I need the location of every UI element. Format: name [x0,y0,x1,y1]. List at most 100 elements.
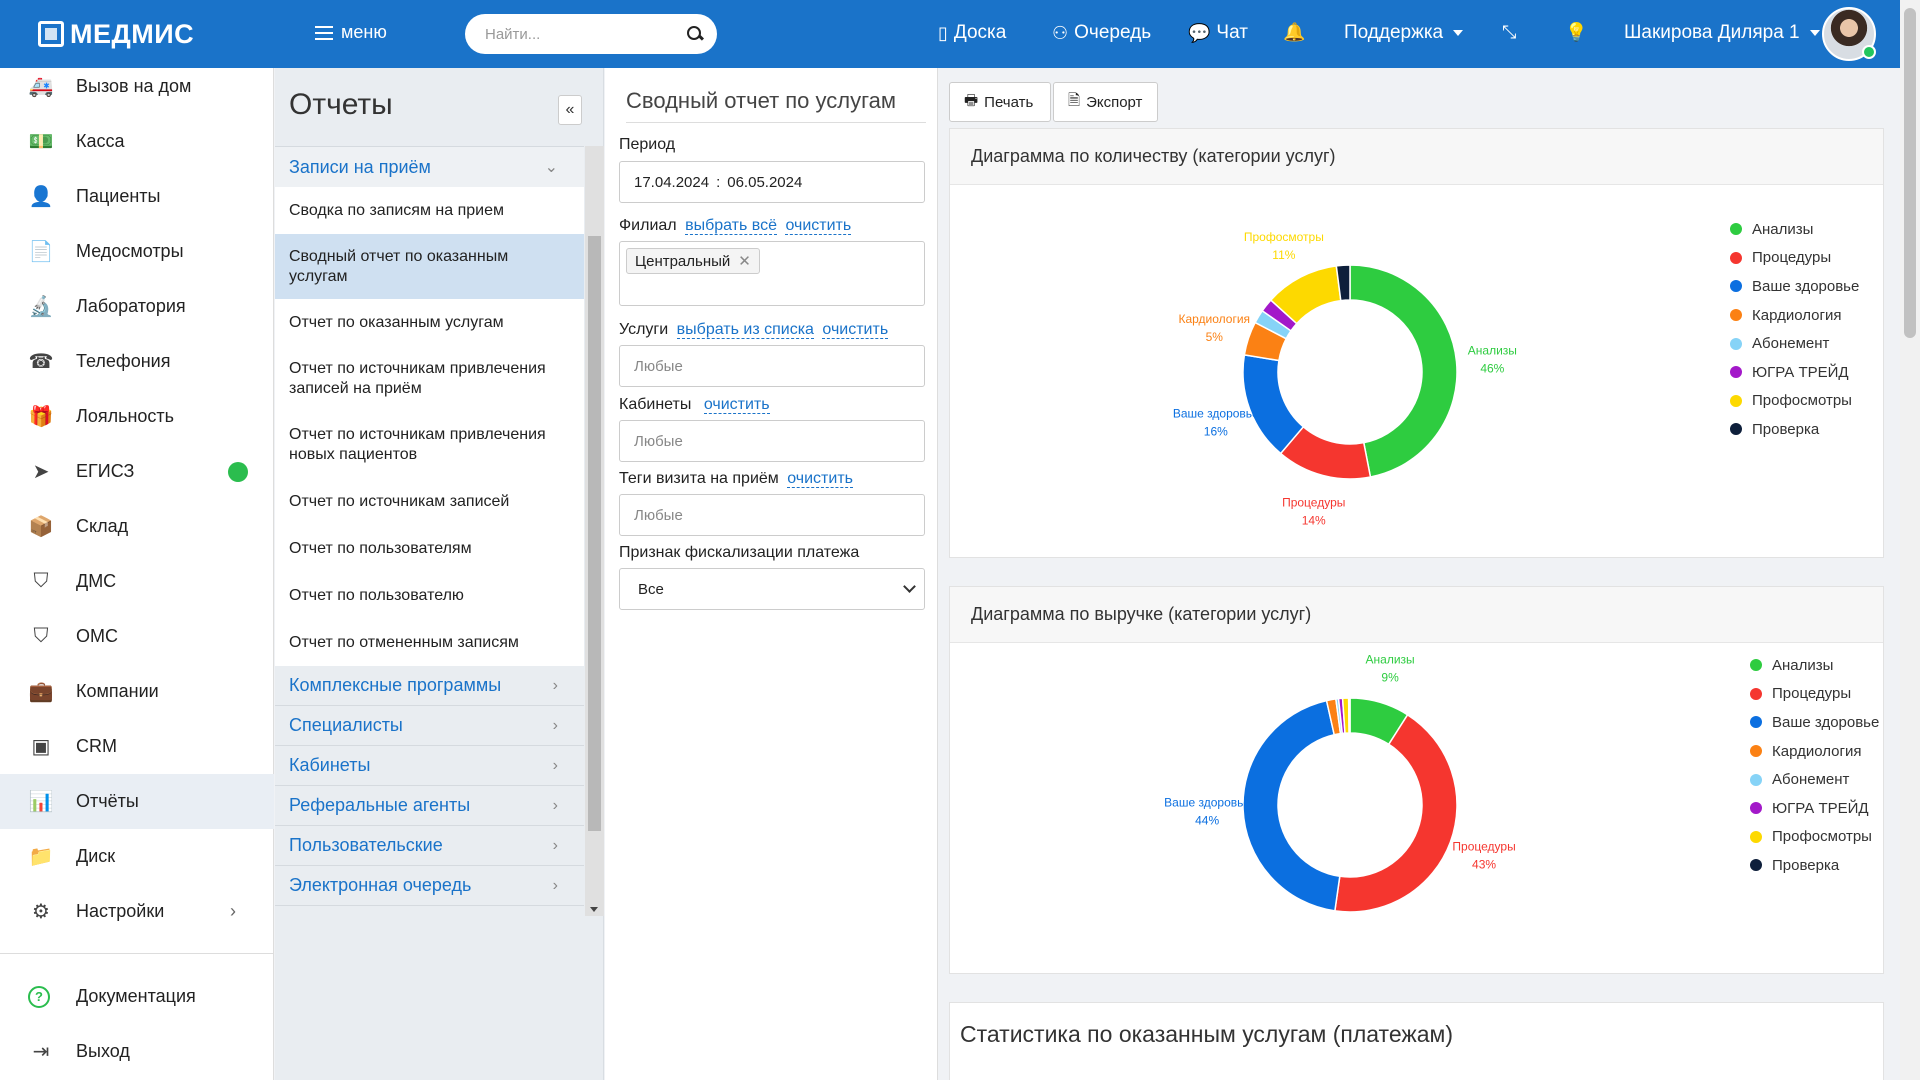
sidebar-item-label: Склад [76,516,129,536]
nav-queue[interactable]: ⚇ Очередь [1052,22,1151,44]
sidebar-item-crm[interactable]: ▣ CRM [0,719,274,774]
scroll-down-icon[interactable] [590,907,598,912]
branch-field[interactable]: Центральный ✕ [619,241,925,306]
report-item[interactable]: Отчет по источникам привлечения записей … [275,346,584,412]
page-scrollbar[interactable] [1900,0,1920,1080]
report-item[interactable]: Отчет по отмененным записям [275,619,584,666]
rooms-field[interactable]: Любые [619,420,925,462]
report-item[interactable]: Отчет по пользователям [275,525,584,572]
legend-item[interactable]: Проверка [1750,851,1879,880]
report-item[interactable]: Отчет по источникам записей [275,478,584,525]
legend-item[interactable]: Профосмотры [1750,823,1879,852]
donut-chart-revenue: Анализы 9% Процедуры 43% Ваше здоровье 44% [1164,653,1516,913]
report-item[interactable]: Отчет по пользователю [275,572,584,619]
sidebar-item-disk[interactable]: 📁 Диск [0,829,274,884]
legend-item[interactable]: Ваше здоровье [1750,708,1879,737]
report-group-rooms[interactable]: Кабинеты › [275,746,584,786]
period-field[interactable]: 17.04.2024 : 06.05.2024 [619,161,925,203]
report-group-label: Кабинеты [289,755,371,775]
collapse-panel-button[interactable]: « [558,95,582,125]
report-item[interactable]: Сводка по записям на прием [275,187,584,234]
report-group-e-queue[interactable]: Электронная очередь › [275,866,584,906]
export-button[interactable]: 🗎 Экспорт [1053,82,1158,122]
legend-item[interactable]: ЮГРА ТРЕЙД [1750,794,1879,823]
menu-button[interactable]: меню [315,22,387,43]
sidebar-item-warehouse[interactable]: 📦 Склад [0,499,274,554]
compress-button[interactable]: ⤡ [1502,22,1516,43]
nav-board[interactable]: ▯ Доска [938,22,1006,44]
legend-item[interactable]: ЮГРА ТРЕЙД [1730,358,1859,387]
branch-tag-label: Центральный [635,252,731,270]
sidebar-item-medical-exams[interactable]: 📄 Медосмотры [0,224,274,279]
legend-item[interactable]: Профосмотры [1730,387,1859,416]
remove-tag-icon[interactable]: ✕ [738,252,751,270]
legend-item[interactable]: Анализы [1730,215,1859,244]
report-group-specialists[interactable]: Специалисты › [275,706,584,746]
nav-chat[interactable]: 💬 Чат [1188,22,1248,44]
nav-support[interactable]: Поддержка [1344,22,1464,44]
app-logo[interactable]: МЕДМИС [38,18,194,50]
period-separator: : [716,173,721,191]
sidebar-item-laboratory[interactable]: 🔬 Лаборатория [0,279,274,334]
report-item-active[interactable]: Сводный отчет по оказанным услугам [275,234,584,299]
branch-clear-link[interactable]: очистить [785,217,852,235]
sidebar-item-dms[interactable]: ⛉ ДМС [0,554,274,609]
sidebar-item-companies[interactable]: 💼 Компании [0,664,274,719]
branch-select-all-link[interactable]: выбрать всё [685,217,777,235]
donut-slice-8[interactable] [1347,697,1351,734]
tips-button[interactable]: 💡 [1565,22,1587,43]
visit-tags-clear-link[interactable]: очистить [787,470,853,488]
report-group-custom[interactable]: Пользовательские › [275,826,584,866]
print-button[interactable]: 🖶 Печать [949,82,1051,122]
report-item-label: Отчет по источникам записей [289,492,510,510]
report-group-complex-programs[interactable]: Комплексные программы › [275,666,584,706]
sidebar-item-oms[interactable]: ⛉ ОМС [0,609,274,664]
legend-item[interactable]: Ваше здоровье [1730,272,1859,301]
sidebar-item-logout[interactable]: ⇥ Выход [0,1024,274,1079]
legend-item[interactable]: Кардиология [1730,301,1859,330]
report-item[interactable]: Отчет по оказанным услугам [275,299,584,346]
sidebar-item-patients[interactable]: 👤 Пациенты [0,169,274,224]
sidebar-item-settings[interactable]: ⚙ Настройки › [0,884,274,939]
services-select-link[interactable]: выбрать из списка [676,321,814,339]
sidebar-item-documentation[interactable]: ? Документация [0,969,274,1024]
sidebar-item-telephony[interactable]: ☎ Телефония [0,334,274,389]
sidebar-item-loyalty[interactable]: 🎁 Лояльность [0,389,274,444]
legend-item[interactable]: Процедуры [1730,244,1859,273]
services-clear-link[interactable]: очистить [822,321,889,339]
shield-icon: ⛉ [33,570,49,592]
services-field[interactable]: Любые [619,345,925,387]
patients-icon: 👤 [28,186,54,208]
data-label-name: Профосмотры [1244,230,1324,244]
donut-slice-3[interactable] [1242,699,1341,912]
reports-scrollbar[interactable] [585,146,604,916]
report-group-appointments[interactable]: Записи на приём ⌄ [275,146,584,187]
sidebar-item-reports[interactable]: 📊 Отчёты [0,774,274,829]
legend-item[interactable]: Процедуры [1750,680,1879,709]
notifications-button[interactable]: 🔔 [1283,22,1305,43]
donut-slice-2[interactable] [1333,713,1458,913]
search-input[interactable] [485,25,687,43]
avatar[interactable] [1822,7,1876,61]
fiscal-select[interactable]: Все [619,568,925,610]
visit-tags-field[interactable]: Любые [619,494,925,536]
donut-slice-1[interactable] [1349,264,1458,478]
search-icon[interactable] [687,26,703,42]
sidebar-item-cash[interactable]: 💵 Касса [0,114,274,169]
legend-item[interactable]: Абонемент [1730,329,1859,358]
scrollbar-thumb[interactable] [588,236,601,831]
report-group-referral-agents[interactable]: Реферальные агенты › [275,786,584,826]
report-item[interactable]: Отчет по источникам привлечения новых па… [275,412,584,478]
user-menu[interactable]: Шакирова Диляра 1 [1624,22,1820,44]
scrollbar-thumb[interactable] [1904,8,1916,338]
sidebar-item-house-call[interactable]: 🚑 Вызов на дом [0,59,274,114]
legend-label: Анализы [1772,656,1834,674]
rooms-clear-link[interactable]: очистить [703,396,770,414]
sidebar-item-egisz[interactable]: ➤ ЕГИСЗ [0,444,274,499]
legend-item[interactable]: Проверка [1730,415,1859,444]
chart-legend: Анализы Процедуры Ваше здоровье Кардиология… [1750,651,1879,880]
legend-item[interactable]: Абонемент [1750,765,1879,794]
legend-item[interactable]: Кардиология [1750,737,1879,766]
chevron-right-icon: › [552,676,558,694]
legend-item[interactable]: Анализы [1750,651,1879,680]
